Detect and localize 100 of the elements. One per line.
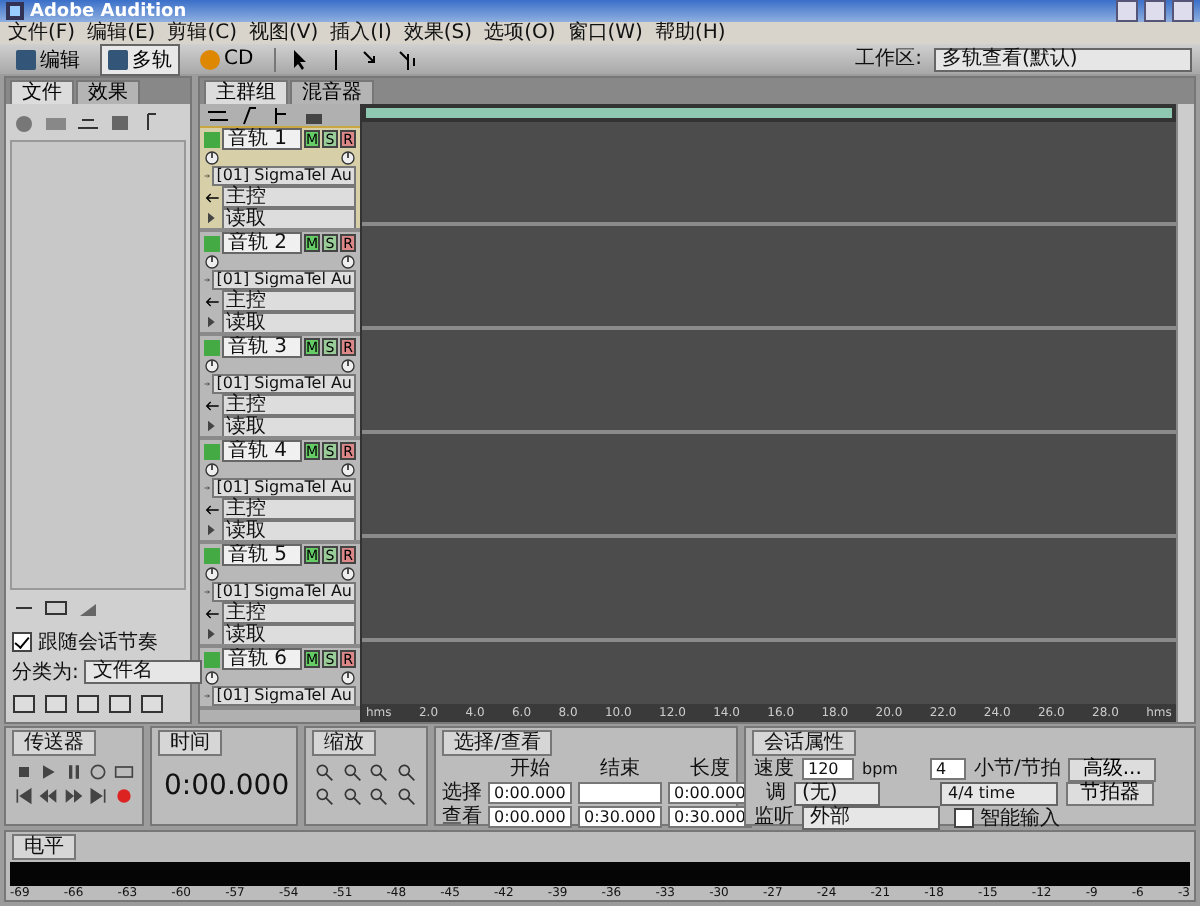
menu-item[interactable]: 文件(F) — [8, 22, 76, 44]
end-field[interactable] — [578, 782, 662, 804]
expand-icon[interactable] — [204, 418, 220, 434]
panel-tab[interactable]: 主群组 — [204, 80, 288, 104]
panel-tab[interactable]: 时间 — [158, 730, 222, 756]
mode-button[interactable]: CD — [192, 46, 262, 72]
menu-item[interactable]: 插入(I) — [330, 22, 392, 44]
expand-icon[interactable] — [204, 210, 220, 226]
stop-icon[interactable] — [14, 762, 34, 782]
start-field[interactable]: 0:00.000 — [488, 782, 572, 804]
automation-dropdown[interactable]: 读取 — [222, 623, 356, 644]
workspace-dropdown[interactable]: 多轨查看(默认) — [934, 47, 1192, 71]
track-lane[interactable] — [362, 330, 1176, 434]
play-icon[interactable] — [38, 762, 59, 782]
automation-dropdown[interactable]: 读取 — [222, 519, 356, 540]
output-arrow-icon[interactable] — [204, 397, 220, 413]
volume-knob-icon[interactable] — [204, 254, 220, 270]
input-arrow-icon[interactable] — [204, 376, 211, 392]
beats-field[interactable]: 4 — [930, 758, 966, 780]
close-button[interactable] — [1172, 0, 1194, 22]
panel-tab[interactable]: 会话属性 — [752, 730, 856, 756]
pause-icon[interactable] — [63, 762, 84, 782]
volume-knob-icon[interactable] — [204, 462, 220, 478]
input-dropdown[interactable]: [01] SigmaTel Au — [212, 374, 356, 394]
menu-item[interactable]: 窗口(W) — [567, 22, 643, 44]
panel-tab[interactable]: 混音器 — [290, 80, 374, 104]
input-dropdown[interactable]: [01] SigmaTel Au — [212, 478, 356, 498]
output-dropdown[interactable]: 主控 — [222, 290, 356, 312]
vertical-scrollbar[interactable] — [1176, 104, 1194, 722]
time-signature-dropdown[interactable]: 4/4 time — [940, 781, 1058, 805]
input-dropdown[interactable]: [01] SigmaTel Au — [212, 166, 356, 186]
key-dropdown[interactable]: (无) — [794, 781, 880, 805]
minimize-button[interactable] — [1116, 0, 1138, 22]
input-dropdown[interactable]: [01] SigmaTel Au — [212, 270, 356, 290]
menu-item[interactable]: 选项(O) — [484, 22, 556, 44]
panel-tab[interactable]: 缩放 — [312, 730, 376, 756]
menu-item[interactable]: 效果(S) — [403, 22, 473, 44]
mode-button[interactable]: 多轨 — [100, 43, 180, 75]
go-to-start-icon[interactable] — [14, 786, 34, 806]
automation-dropdown[interactable]: 读取 — [222, 311, 356, 332]
tempo-field[interactable]: 120 — [802, 758, 854, 780]
end-field[interactable]: 0:30.000 — [578, 806, 662, 828]
output-arrow-icon[interactable] — [204, 293, 220, 309]
automation-dropdown[interactable]: 读取 — [222, 207, 356, 228]
volume-knob-icon[interactable] — [204, 358, 220, 374]
record-icon[interactable] — [113, 786, 134, 806]
panel-tab[interactable]: 选择/查看 — [442, 730, 553, 756]
monitor-dropdown[interactable]: 外部 — [802, 805, 940, 829]
input-dropdown[interactable]: [01] SigmaTel Au — [212, 686, 356, 706]
pan-knob-icon[interactable] — [340, 254, 356, 270]
output-dropdown[interactable]: 主控 — [222, 186, 356, 208]
rewind-icon[interactable] — [38, 786, 59, 806]
maximize-button[interactable] — [1144, 0, 1166, 22]
menu-item[interactable]: 编辑(E) — [87, 22, 156, 44]
input-dropdown[interactable]: [01] SigmaTel Au — [212, 582, 356, 602]
panel-tab[interactable]: 传送器 — [12, 730, 96, 756]
follow-tempo-checkbox[interactable]: 跟随会话节奏 — [6, 626, 190, 658]
input-arrow-icon[interactable] — [204, 688, 211, 704]
output-arrow-icon[interactable] — [204, 189, 220, 205]
pan-knob-icon[interactable] — [340, 670, 356, 686]
panel-tab[interactable]: 文件 — [10, 80, 74, 104]
output-arrow-icon[interactable] — [204, 501, 220, 517]
start-field[interactable]: 0:00.000 — [488, 806, 572, 828]
pan-knob-icon[interactable] — [340, 566, 356, 582]
pan-knob-icon[interactable] — [340, 462, 356, 478]
fast-forward-icon[interactable] — [63, 786, 84, 806]
smart-input-checkbox[interactable]: 智能输入 — [948, 801, 1066, 833]
panel-tab[interactable]: 电平 — [12, 834, 76, 860]
volume-knob-icon[interactable] — [204, 150, 220, 166]
length-field[interactable]: 0:30.000 — [668, 806, 752, 828]
track-lane[interactable] — [362, 226, 1176, 330]
sort-dropdown[interactable]: 文件名 — [84, 660, 203, 684]
input-arrow-icon[interactable] — [204, 584, 211, 600]
volume-knob-icon[interactable] — [204, 566, 220, 582]
go-to-end-icon[interactable] — [88, 786, 109, 806]
output-dropdown[interactable]: 主控 — [222, 602, 356, 624]
output-arrow-icon[interactable] — [204, 605, 220, 621]
scrub-tool-icon[interactable] — [395, 47, 420, 71]
menu-item[interactable]: 剪辑(C) — [167, 22, 237, 44]
track-lane[interactable] — [362, 122, 1176, 226]
metronome-button[interactable]: 节拍器 — [1066, 781, 1154, 805]
menu-item[interactable]: 视图(V) — [248, 22, 319, 44]
panel-tab[interactable]: 效果 — [76, 80, 140, 104]
input-arrow-icon[interactable] — [204, 480, 211, 496]
mode-button[interactable]: 编辑 — [8, 43, 88, 75]
output-dropdown[interactable]: 主控 — [222, 498, 356, 520]
expand-icon[interactable] — [204, 522, 220, 538]
volume-knob-icon[interactable] — [204, 670, 220, 686]
advanced-button[interactable]: 高级... — [1068, 757, 1156, 781]
pan-knob-icon[interactable] — [340, 150, 356, 166]
expand-icon[interactable] — [204, 314, 220, 330]
output-dropdown[interactable]: 主控 — [222, 394, 356, 416]
menu-item[interactable]: 帮助(H) — [654, 22, 726, 44]
input-arrow-icon[interactable] — [204, 272, 211, 288]
expand-icon[interactable] — [204, 626, 220, 642]
automation-dropdown[interactable]: 读取 — [222, 415, 356, 436]
pan-knob-icon[interactable] — [340, 358, 356, 374]
track-lane[interactable] — [362, 538, 1176, 642]
input-arrow-icon[interactable] — [204, 168, 211, 184]
track-lane[interactable] — [362, 434, 1176, 538]
